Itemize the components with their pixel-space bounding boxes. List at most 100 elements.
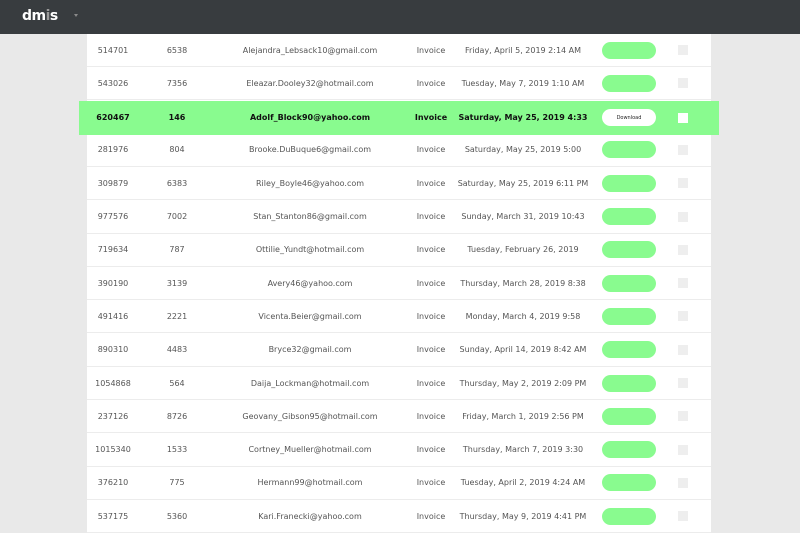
select-cell xyxy=(669,467,697,499)
row-checkbox[interactable] xyxy=(678,144,688,155)
chevron-down-icon[interactable] xyxy=(74,14,78,17)
document-type-cell: Invoice xyxy=(416,511,446,521)
email-cell: Hermann99@hotmail.com xyxy=(257,478,363,488)
download-button[interactable] xyxy=(602,274,656,292)
select-cell xyxy=(669,34,697,66)
email-cell: Cortney_Mueller@hotmail.com xyxy=(248,445,372,455)
action-cell xyxy=(589,434,669,466)
document-id-cell: 514701 xyxy=(97,45,129,55)
document-id-cell: 719634 xyxy=(97,245,129,255)
action-cell xyxy=(589,34,669,66)
document-id-cell: 309879 xyxy=(97,178,129,188)
row-checkbox[interactable] xyxy=(678,45,688,55)
date-cell: Friday, March 1, 2019 2:56 PM xyxy=(462,411,584,421)
row-checkbox[interactable] xyxy=(678,477,688,488)
row-checkbox[interactable] xyxy=(678,511,688,522)
table-row[interactable]: 237126 8726 Geovany_Gibson95@hotmail.com In… xyxy=(87,400,711,434)
document-id-cell: 1054868 xyxy=(95,378,131,388)
download-button[interactable] xyxy=(602,341,656,359)
download-button[interactable] xyxy=(602,241,656,259)
email-cell: Bryce32@gmail.com xyxy=(268,345,352,355)
row-checkbox[interactable] xyxy=(678,78,688,89)
date-cell: Thursday, March 28, 2019 8:38 xyxy=(460,278,586,288)
table-row[interactable]: 719634 787 Ottilie_Yundt@hotmail.com Invoic… xyxy=(87,234,711,267)
select-cell xyxy=(669,367,697,399)
document-type-cell: Invoice xyxy=(416,178,446,188)
table-row[interactable]: 1015340 1533 Cortney_Mueller@hotmail.com In… xyxy=(87,434,711,467)
download-button[interactable] xyxy=(602,174,656,192)
document-id-cell: 537175 xyxy=(97,511,129,521)
document-type-cell: Invoice xyxy=(416,212,446,221)
document-number-cell: 1533 xyxy=(166,445,188,455)
table-row[interactable]: 890310 4483 Bryce32@gmail.com Invoice Sunday… xyxy=(87,334,711,367)
table-row[interactable]: 537175 5360 Kari.Franecki@yahoo.com Invoice… xyxy=(87,500,711,533)
table-row[interactable]: 514701 6538 Alejandra_Lebsack10@gmail.com I… xyxy=(87,34,711,67)
action-cell xyxy=(589,334,669,366)
document-number-cell: 6383 xyxy=(166,178,188,188)
download-button[interactable] xyxy=(602,407,656,425)
action-cell xyxy=(589,167,669,199)
select-cell xyxy=(669,434,697,466)
document-number-cell: 3139 xyxy=(166,278,188,288)
select-cell xyxy=(669,300,697,332)
table-row[interactable]: 543026 7356 Eleazar.Dooley32@hotmail.com In… xyxy=(87,67,711,101)
document-id-cell: 237126 xyxy=(97,411,129,421)
email-cell: Brooke.DuBuque6@gmail.com xyxy=(249,145,371,155)
document-id-cell: 620467 xyxy=(96,113,130,123)
action-cell xyxy=(589,467,669,499)
email-cell: Vicenta.Beier@gmail.com xyxy=(258,311,362,321)
row-checkbox[interactable] xyxy=(678,378,688,388)
date-cell: Tuesday, February 26, 2019 xyxy=(467,245,579,255)
document-type-cell: Invoice xyxy=(416,445,446,455)
date-cell: Thursday, May 2, 2019 2:09 PM xyxy=(459,378,587,388)
download-button[interactable] xyxy=(602,374,656,392)
row-checkbox[interactable] xyxy=(678,444,688,455)
download-button[interactable] xyxy=(602,141,656,159)
document-type-cell: Invoice xyxy=(416,411,446,421)
download-button[interactable] xyxy=(602,41,656,59)
row-checkbox[interactable] xyxy=(678,344,688,355)
email-cell: Kari.Franecki@yahoo.com xyxy=(258,511,362,521)
email-cell: Eleazar.Dooley32@hotmail.com xyxy=(246,78,374,88)
table-row[interactable]: 1054868 564 Daija_Lockman@hotmail.com Invoi… xyxy=(87,367,711,400)
row-checkbox[interactable] xyxy=(678,244,688,255)
document-type-cell: Invoice xyxy=(416,145,446,155)
table-row[interactable]: 281976 804 Brooke.DuBuque6@gmail.com Invoic… xyxy=(87,134,711,167)
date-cell: Tuesday, April 2, 2019 4:24 AM xyxy=(460,478,586,488)
action-cell xyxy=(589,500,669,532)
download-button[interactable] xyxy=(602,307,656,325)
download-button[interactable] xyxy=(602,474,656,492)
action-cell xyxy=(589,234,669,266)
row-checkbox[interactable] xyxy=(678,178,688,189)
document-type-cell: Invoice xyxy=(416,378,446,388)
action-cell xyxy=(589,267,669,299)
select-cell xyxy=(669,67,697,99)
action-cell xyxy=(589,134,669,166)
row-checkbox[interactable] xyxy=(678,411,688,422)
download-button[interactable] xyxy=(602,74,656,92)
row-checkbox[interactable] xyxy=(678,311,688,322)
row-checkbox[interactable] xyxy=(678,211,688,222)
download-button[interactable] xyxy=(602,507,656,525)
email-cell: Daija_Lockman@hotmail.com xyxy=(250,378,370,388)
row-checkbox[interactable] xyxy=(678,112,688,123)
action-cell xyxy=(589,367,669,399)
select-cell xyxy=(669,500,697,532)
action-cell: Download xyxy=(589,101,669,135)
document-type-cell: Invoice xyxy=(414,113,448,123)
document-number-cell: 804 xyxy=(169,145,185,155)
table-row[interactable]: 977576 7002 Stan_Stanton86@gmail.com Invoic… xyxy=(87,201,711,234)
row-checkbox[interactable] xyxy=(678,278,688,289)
table-row[interactable]: 309879 6383 Riley_Boyle46@yahoo.com Invoice… xyxy=(87,167,711,201)
download-button[interactable] xyxy=(602,208,656,225)
download-button[interactable] xyxy=(602,441,656,459)
email-cell: Geovany_Gibson95@hotmail.com xyxy=(242,411,378,421)
document-number-cell: 6538 xyxy=(166,45,188,55)
email-cell: Alejandra_Lebsack10@gmail.com xyxy=(242,45,378,55)
download-button[interactable]: Download xyxy=(602,109,656,127)
dms-logo[interactable]: dmis xyxy=(22,8,58,24)
table-row[interactable]: 620467 146 Adolf_Block90@yahoo.com Invoice S… xyxy=(79,100,719,135)
table-row[interactable]: 390190 3139 Avery46@yahoo.com Invoice Thursd… xyxy=(87,267,711,301)
table-row[interactable]: 376210 775 Hermann99@hotmail.com Invoice Tue… xyxy=(87,467,711,500)
table-row[interactable]: 491416 2221 Vicenta.Beier@gmail.com Invoice… xyxy=(87,300,711,334)
